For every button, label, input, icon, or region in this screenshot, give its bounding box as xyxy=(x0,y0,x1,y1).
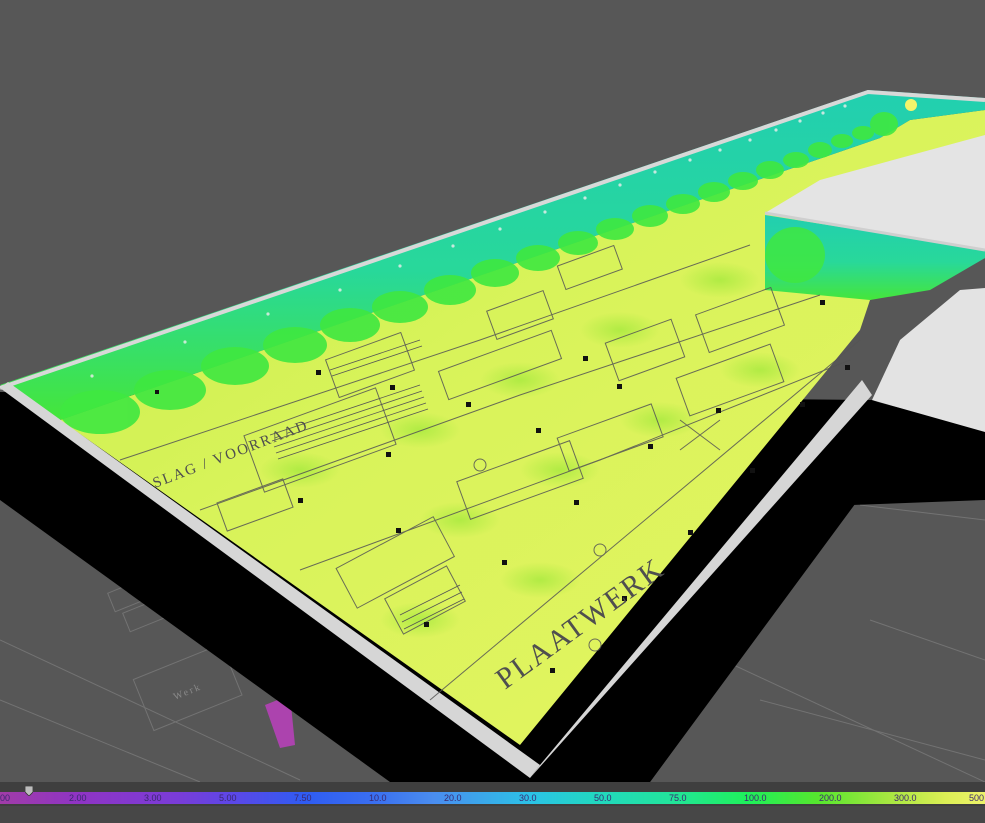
legend-tick: 200.0 xyxy=(819,793,842,803)
legend-tick: 2.00 xyxy=(69,793,87,803)
legend-tick: 100.0 xyxy=(744,793,767,803)
legend-tick: 00 xyxy=(0,793,11,803)
false-color-legend: 00 2.00 3.00 5.00 7.50 10.0 20.0 30.0 50… xyxy=(0,782,985,823)
wall-hotspot xyxy=(905,99,917,111)
legend-footer xyxy=(0,806,985,823)
legend-tick: 5.00 xyxy=(219,793,237,803)
legend-tick: 20.0 xyxy=(444,793,462,803)
inner-room-hotspot xyxy=(765,227,825,283)
legend-tick: 500 xyxy=(969,793,985,803)
legend-tick: 75.0 xyxy=(669,793,687,803)
legend-tick: 50.0 xyxy=(594,793,612,803)
scene-render: PLAATWERK SLAG / VOORRAAD Werk xyxy=(0,89,985,782)
legend-tick: 7.50 xyxy=(294,793,312,803)
legend-tick: 30.0 xyxy=(519,793,537,803)
slider-thumb-icon[interactable] xyxy=(25,786,33,796)
legend-tick: 10.0 xyxy=(369,793,387,803)
legend-tick: 3.00 xyxy=(144,793,162,803)
room-label-side-room: Werk xyxy=(172,682,203,703)
legend-tick: 300.0 xyxy=(894,793,917,803)
3d-viewport[interactable]: PLAATWERK SLAG / VOORRAAD Werk xyxy=(0,0,985,782)
